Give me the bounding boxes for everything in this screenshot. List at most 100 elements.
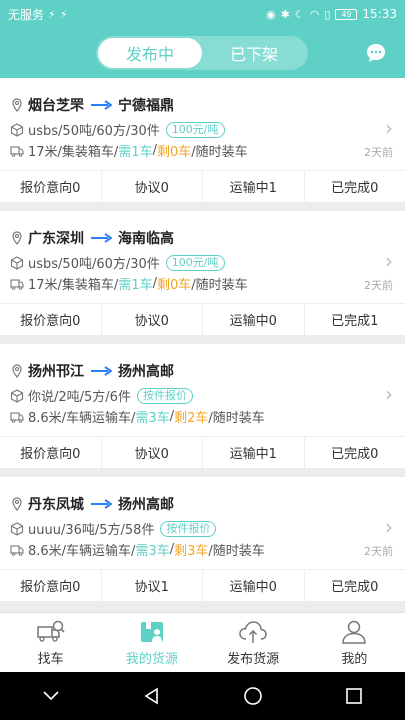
truck-icon bbox=[10, 544, 24, 556]
need-count: 需3车 bbox=[135, 544, 170, 559]
origin: 扬州邗江 bbox=[28, 364, 84, 380]
tab-find-truck[interactable]: 找车 bbox=[0, 613, 101, 672]
truck-icon bbox=[10, 145, 24, 157]
system-navigation-bar bbox=[0, 672, 405, 720]
card-stats: 报价意向0 协议0 运输中1 已完成0 bbox=[0, 170, 405, 202]
package-icon bbox=[10, 521, 24, 536]
vehicle-line: 8.6米/车辆运输车/ 需3车 / 剩2车 /随时装车 bbox=[10, 407, 265, 426]
usb-icon: ⚡ bbox=[59, 7, 68, 21]
tab-label: 我的 bbox=[341, 651, 368, 667]
recents-button[interactable] bbox=[334, 676, 374, 716]
price-badge: 100元/吨 bbox=[165, 121, 225, 138]
need-count: 需1车 bbox=[118, 145, 153, 160]
card-stats: 报价意向0 协议0 运输中1 已完成0 bbox=[0, 436, 405, 468]
destination: 扬州高邮 bbox=[118, 497, 174, 513]
price-badge: 按件报价 bbox=[136, 387, 193, 404]
cargo-card-body[interactable]: 丹东凤城 扬州高邮 uuuu/36吨/5方/58件 按件报价 8.6米/车辆运输… bbox=[0, 477, 405, 569]
stat-in-transit[interactable]: 运输中1 bbox=[203, 171, 305, 202]
stat-agreement[interactable]: 协议0 bbox=[102, 304, 203, 335]
tab-published[interactable]: 发布中 bbox=[98, 38, 202, 68]
chat-bubble-icon[interactable] bbox=[365, 42, 387, 64]
cargo-card-body[interactable]: 广东深圳 海南临高 usbs/50吨/60方/30件 100元/吨 17米/集装… bbox=[0, 211, 405, 303]
origin: 烟台芝罘 bbox=[28, 98, 84, 114]
cargo-card[interactable]: 扬州邗江 扬州高邮 你说/2吨/5方/6件 按件报价 8.6米/车辆运输车/ 需… bbox=[0, 344, 405, 468]
tab-unlisted[interactable]: 已下架 bbox=[202, 38, 306, 68]
vehicle-info: 8.6米/车辆运输车/ bbox=[28, 544, 136, 559]
stat-quote-intent[interactable]: 报价意向0 bbox=[0, 304, 102, 335]
arrow-right-icon bbox=[91, 499, 112, 509]
bluetooth-icon: ✱ bbox=[280, 7, 290, 21]
remain-count: 剩0车 bbox=[156, 145, 192, 160]
stat-agreement[interactable]: 协议0 bbox=[102, 171, 203, 202]
tab-label: 发布货源 bbox=[227, 651, 280, 667]
origin: 丹东凤城 bbox=[28, 497, 84, 513]
clock: 15:33 bbox=[362, 7, 397, 21]
stat-in-transit[interactable]: 运输中1 bbox=[203, 437, 305, 468]
tab-my-cargo[interactable]: 我的货源 bbox=[101, 613, 202, 672]
wifi-icon: ◠ bbox=[309, 7, 320, 21]
stat-in-transit[interactable]: 运输中0 bbox=[203, 304, 305, 335]
status-bar: 无服务 ⚡ ⚡ ◉ ✱ ☾ ◠ ▯ 49 15:33 bbox=[0, 0, 405, 28]
stat-agreement[interactable]: 协议1 bbox=[102, 570, 203, 601]
location-pin-icon bbox=[12, 364, 22, 378]
loading-time: /随时装车 bbox=[191, 278, 248, 293]
chevron-down-icon bbox=[43, 691, 59, 701]
location-pin-icon bbox=[12, 497, 22, 511]
route: 丹东凤城 扬州高邮 bbox=[10, 495, 174, 513]
cloud-upload-icon bbox=[239, 620, 267, 643]
goods-line: usbs/50吨/60方/30件 100元/吨 bbox=[10, 253, 225, 272]
goods-info: uuuu/36吨/5方/58件 bbox=[28, 523, 155, 538]
chevron-right-icon[interactable]: › bbox=[385, 515, 393, 539]
chevron-right-icon[interactable]: › bbox=[385, 249, 393, 273]
truck-icon bbox=[10, 278, 24, 290]
usb-icon: ⚡ bbox=[48, 7, 56, 21]
truck-search-icon bbox=[36, 620, 65, 642]
loading-time: /随时装车 bbox=[208, 411, 265, 426]
vehicle-line: 17米/集装箱车/ 需1车 / 剩0车 /随时装车 bbox=[10, 274, 248, 293]
need-count: 需1车 bbox=[118, 278, 153, 293]
cargo-card[interactable]: 丹东凤城 扬州高邮 uuuu/36吨/5方/58件 按件报价 8.6米/车辆运输… bbox=[0, 477, 405, 601]
chevron-right-icon[interactable]: › bbox=[385, 116, 393, 140]
stat-completed[interactable]: 已完成0 bbox=[305, 437, 405, 468]
chevron-right-icon[interactable]: › bbox=[385, 382, 393, 406]
goods-info: 你说/2吨/5方/6件 bbox=[28, 390, 131, 405]
loading-time: /随时装车 bbox=[208, 544, 265, 559]
location-pin-icon bbox=[12, 231, 22, 245]
stat-completed[interactable]: 已完成1 bbox=[305, 304, 405, 335]
arrow-right-icon bbox=[91, 100, 112, 110]
cargo-card-body[interactable]: 烟台芝罘 宁德福鼎 usbs/50吨/60方/30件 100元/吨 17米/集装… bbox=[0, 78, 405, 170]
vehicle-line: 8.6米/车辆运输车/ 需3车 / 剩3车 /随时装车 bbox=[10, 540, 265, 559]
origin: 广东深圳 bbox=[28, 231, 84, 247]
stat-agreement[interactable]: 协议0 bbox=[102, 437, 203, 468]
back-button[interactable] bbox=[132, 676, 172, 716]
goods-info: usbs/50吨/60方/30件 bbox=[28, 124, 160, 139]
carrier-text: 无服务 bbox=[8, 7, 45, 22]
moon-icon: ☾ bbox=[294, 7, 305, 21]
stat-quote-intent[interactable]: 报价意向0 bbox=[0, 437, 102, 468]
remain-count: 剩2车 bbox=[174, 411, 209, 426]
stat-quote-intent[interactable]: 报价意向0 bbox=[0, 570, 102, 601]
cargo-card-body[interactable]: 扬州邗江 扬州高邮 你说/2吨/5方/6件 按件报价 8.6米/车辆运输车/ 需… bbox=[0, 344, 405, 436]
posted-time: 2天前 bbox=[364, 545, 393, 558]
home-icon bbox=[244, 687, 262, 705]
tab-me[interactable]: 我的 bbox=[304, 613, 405, 672]
home-button[interactable] bbox=[233, 676, 273, 716]
collapse-button[interactable] bbox=[31, 676, 71, 716]
cargo-card[interactable]: 烟台芝罘 宁德福鼎 usbs/50吨/60方/30件 100元/吨 17米/集装… bbox=[0, 78, 405, 202]
back-icon bbox=[144, 687, 158, 705]
location-pin-icon bbox=[12, 98, 22, 112]
cargo-list: 烟台芝罘 宁德福鼎 usbs/50吨/60方/30件 100元/吨 17米/集装… bbox=[0, 78, 405, 610]
tab-publish-cargo[interactable]: 发布货源 bbox=[203, 613, 304, 672]
tab-label: 找车 bbox=[37, 651, 64, 667]
goods-line: 你说/2吨/5方/6件 按件报价 bbox=[10, 386, 193, 405]
arrow-right-icon bbox=[91, 366, 112, 376]
price-badge: 按件报价 bbox=[160, 520, 217, 537]
goods-info: usbs/50吨/60方/30件 bbox=[28, 257, 160, 272]
stat-quote-intent[interactable]: 报价意向0 bbox=[0, 171, 102, 202]
stat-completed[interactable]: 已完成0 bbox=[305, 570, 405, 601]
cargo-card[interactable]: 广东深圳 海南临高 usbs/50吨/60方/30件 100元/吨 17米/集装… bbox=[0, 211, 405, 335]
bottom-tab-bar: 找车 我的货源 发布货源 我的 bbox=[0, 612, 405, 672]
stat-completed[interactable]: 已完成0 bbox=[305, 171, 405, 202]
package-icon bbox=[10, 255, 24, 270]
stat-in-transit[interactable]: 运输中0 bbox=[203, 570, 305, 601]
